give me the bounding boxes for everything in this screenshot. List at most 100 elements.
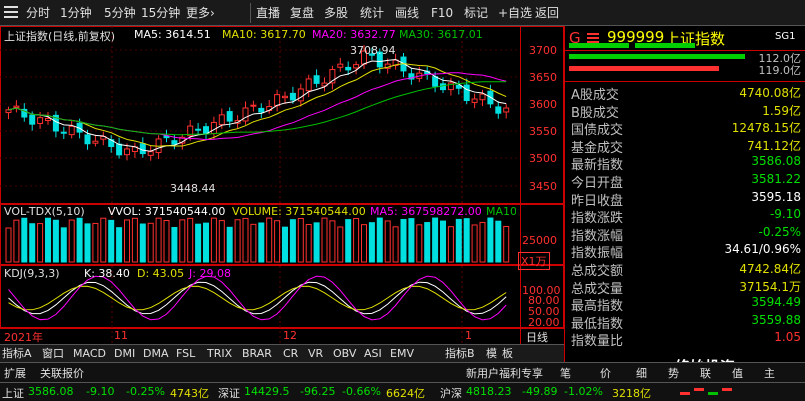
tab-macd[interactable]: MACD — [73, 346, 106, 362]
candle-body — [432, 76, 439, 87]
multi-stock-button[interactable]: 多股 — [324, 3, 348, 23]
tab-brar[interactable]: BRAR — [242, 346, 272, 362]
tab-price[interactable]: 价 — [600, 365, 611, 381]
tab-trend[interactable]: 势 — [668, 365, 679, 381]
bar-green-mid — [635, 43, 695, 48]
price-tick-3450: 3450 — [529, 180, 557, 193]
signal-bars-icon — [680, 388, 740, 397]
tab-trix[interactable]: TRIX — [207, 346, 232, 362]
tab-asi[interactable]: ASI — [364, 346, 382, 362]
tab-cr[interactable]: CR — [283, 346, 298, 362]
tab-more[interactable]: 更多› — [186, 3, 215, 23]
candle-body — [203, 126, 209, 134]
volume-bar — [139, 223, 146, 263]
candle-body — [289, 92, 296, 101]
candle-body — [13, 105, 20, 108]
tab-fsl[interactable]: FSL — [176, 346, 195, 362]
tab-emv[interactable]: EMV — [390, 346, 414, 362]
tab-link[interactable]: 联 — [700, 365, 711, 381]
chevron-right-icon: › — [210, 6, 215, 20]
back-button[interactable]: 返回 — [535, 3, 559, 23]
volume-bar — [218, 220, 225, 263]
tab-1min[interactable]: 1分钟 — [60, 3, 92, 23]
price-tick-3550: 3550 — [529, 125, 557, 138]
candle-body — [124, 148, 130, 156]
tab-indicator-a[interactable]: 指标A — [2, 346, 32, 362]
candle-body — [503, 107, 510, 113]
tab-timeshare[interactable]: 分时 — [26, 3, 50, 23]
hs-price: 4818.23 — [466, 385, 512, 398]
tab-obv[interactable]: OBV — [333, 346, 356, 362]
tab-detail[interactable]: 细 — [636, 365, 647, 381]
date-month-1: 1 — [465, 329, 472, 342]
candle-body — [337, 63, 344, 68]
ma-line — [8, 72, 507, 141]
stat-row: 最新指数 3586.08 — [571, 154, 801, 173]
volume-bar — [100, 217, 107, 263]
sz-pct: -0.66% — [342, 385, 381, 398]
sh-amount: 4743亿 — [170, 387, 209, 400]
stats-button[interactable]: 统计 — [360, 3, 384, 23]
tab-related-quote[interactable]: 关联报价 — [40, 365, 84, 381]
volume-bar — [353, 218, 360, 263]
volume-bar — [179, 219, 186, 263]
price-tick-3600: 3600 — [529, 98, 557, 111]
add-watchlist-button[interactable]: +自选 — [498, 3, 532, 23]
stat-label: 总成交量 — [571, 281, 624, 297]
tab-dmi[interactable]: DMI — [114, 346, 135, 362]
volume-bar — [5, 227, 12, 263]
tab-mode[interactable]: 模 — [486, 346, 497, 362]
candle-body — [171, 140, 178, 145]
volume-bar — [305, 224, 312, 263]
chart-title: 上证指数(日线,前复权) — [4, 30, 116, 43]
draw-line-button[interactable]: 画线 — [395, 3, 419, 23]
hs-pct: -1.02% — [564, 385, 603, 398]
mark-button[interactable]: 标记 — [464, 3, 488, 23]
tab-indicator-b[interactable]: 指标B — [445, 346, 475, 362]
volume-bar — [361, 224, 367, 263]
volume-bar — [503, 225, 510, 263]
stat-value: 1.05 — [774, 330, 801, 345]
volume-bar — [21, 217, 28, 263]
live-button[interactable]: 直播 — [256, 3, 280, 23]
ma-line — [8, 58, 507, 152]
candle-body — [147, 151, 154, 156]
menu-icon[interactable] — [4, 3, 20, 23]
sh-price: 3586.08 — [28, 385, 74, 398]
tab-expand[interactable]: 扩展 — [4, 365, 26, 381]
volume-bar — [29, 223, 36, 263]
tab-window[interactable]: 窗口 — [42, 346, 64, 362]
tab-5min[interactable]: 5分钟 — [104, 3, 136, 23]
volume-bar — [210, 217, 217, 263]
stat-row: 指数量比 1.05 — [571, 330, 801, 350]
tab-vr[interactable]: VR — [308, 346, 323, 362]
new-user-promo[interactable]: 新用户福利专享 — [466, 365, 543, 381]
tab-board[interactable]: 板 — [502, 346, 513, 362]
vol-indicator-name: VOL-TDX(5,10) — [4, 205, 85, 218]
candle-body — [226, 111, 233, 122]
stat-label: 指数量比 — [571, 334, 624, 350]
sub-tabs: 扩展 关联报价 新用户福利专享 笔 价 细 势 联 值 主 — [0, 362, 805, 382]
ma-line — [8, 81, 507, 136]
sh-change: -9.10 — [86, 385, 115, 398]
period-label[interactable]: 日线 — [526, 329, 548, 345]
sz-name: 深证 — [218, 387, 240, 400]
volume-bar — [447, 226, 454, 263]
review-button[interactable]: 复盘 — [290, 3, 314, 23]
list-icon[interactable] — [587, 31, 599, 43]
volume-bar — [258, 222, 265, 263]
candle-body — [471, 98, 478, 103]
kline-chart[interactable] — [0, 26, 564, 344]
stat-label: 最高指数 — [571, 299, 624, 315]
tab-dma[interactable]: DMA — [143, 346, 169, 362]
stat-row: 昨日收盘 3595.18 — [571, 190, 801, 209]
volume-bar — [187, 217, 194, 263]
tab-main[interactable]: 主 — [764, 365, 775, 381]
candle-body — [195, 128, 202, 131]
f10-button[interactable]: F10 — [431, 3, 453, 23]
candle-body — [139, 143, 146, 155]
tab-15min[interactable]: 15分钟 — [141, 3, 180, 23]
tab-ticks[interactable]: 笔 — [560, 365, 571, 381]
tab-value[interactable]: 值 — [732, 365, 743, 381]
stat-label: 最低指数 — [571, 316, 624, 332]
